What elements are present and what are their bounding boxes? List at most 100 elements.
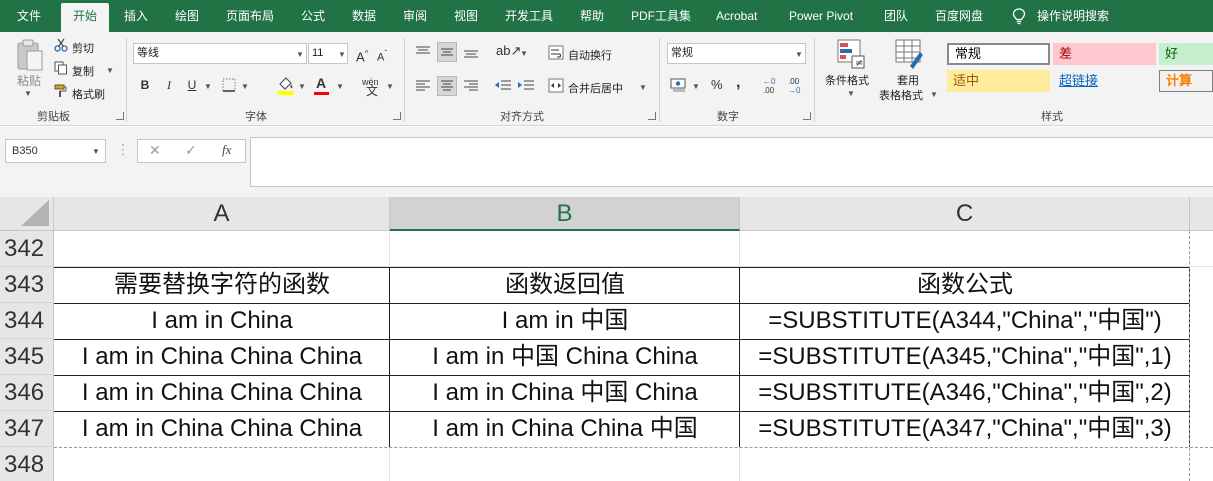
wrap-text-button[interactable]: 自动换行: [568, 47, 612, 63]
font-size-dropdown-icon[interactable]: ▼: [338, 50, 346, 59]
row-header[interactable]: 343: [0, 267, 54, 303]
tell-me-search[interactable]: 操作说明搜索: [1037, 0, 1109, 32]
borders-dropdown-icon[interactable]: ▼: [241, 82, 249, 91]
cell-a345[interactable]: I am in China China China: [54, 339, 390, 375]
name-box-dropdown-icon[interactable]: ▼: [92, 147, 100, 156]
column-header-d[interactable]: [1190, 197, 1213, 231]
decrease-font-icon[interactable]: Aˇ: [377, 47, 387, 65]
cell-b345[interactable]: I am in 中国 China China: [390, 339, 740, 375]
tab-team[interactable]: 团队: [884, 0, 908, 32]
column-header-b[interactable]: B: [390, 197, 740, 231]
fill-color-icon[interactable]: [277, 75, 295, 95]
decrease-indent-icon[interactable]: [494, 79, 512, 93]
row-header[interactable]: 347: [0, 411, 54, 447]
tab-view[interactable]: 视图: [454, 0, 478, 32]
tab-home[interactable]: 开始: [61, 3, 110, 32]
copy-button[interactable]: 复制: [72, 63, 94, 79]
paste-button[interactable]: 粘贴: [17, 72, 41, 89]
increase-indent-icon[interactable]: [517, 79, 535, 93]
format-as-table-dropdown-icon[interactable]: ▼: [930, 90, 938, 99]
alignment-launcher-icon[interactable]: [648, 112, 656, 120]
format-as-table-button[interactable]: 套用: [897, 72, 919, 88]
tab-developer[interactable]: 开发工具: [505, 0, 553, 32]
merge-center-dropdown-icon[interactable]: ▼: [639, 83, 647, 92]
cell-a347[interactable]: I am in China China China: [54, 411, 390, 447]
row-header[interactable]: 344: [0, 303, 54, 339]
style-calculation[interactable]: 计算: [1159, 70, 1213, 92]
cell-b344[interactable]: I am in 中国: [390, 303, 740, 339]
row-header[interactable]: 348: [0, 447, 54, 481]
cell-a346[interactable]: I am in China China China: [54, 375, 390, 411]
style-bad[interactable]: 差: [1053, 43, 1156, 65]
font-color-icon[interactable]: A: [316, 76, 326, 90]
align-bottom-icon[interactable]: [463, 45, 479, 59]
copy-dropdown-icon[interactable]: ▼: [106, 66, 114, 75]
accounting-dropdown-icon[interactable]: ▼: [692, 82, 700, 91]
cell-c343[interactable]: 函数公式: [740, 267, 1190, 303]
paste-icon[interactable]: [15, 38, 45, 72]
format-painter-button[interactable]: 格式刷: [72, 86, 105, 102]
tab-baidu-netdisk[interactable]: 百度网盘: [935, 0, 983, 32]
cell-b346[interactable]: I am in China 中国 China: [390, 375, 740, 411]
tab-file[interactable]: 文件: [17, 0, 41, 32]
cell-b347[interactable]: I am in China China 中国: [390, 411, 740, 447]
row-header[interactable]: 342: [0, 231, 54, 267]
select-all-button[interactable]: [0, 197, 54, 231]
comma-style-icon[interactable]: ,: [736, 75, 740, 91]
cell-a344[interactable]: I am in China: [54, 303, 390, 339]
font-launcher-icon[interactable]: [393, 112, 401, 120]
phonetic-dropdown-icon[interactable]: ▼: [386, 82, 394, 91]
align-right-icon[interactable]: [463, 79, 479, 93]
style-neutral[interactable]: 适中: [947, 70, 1050, 92]
cancel-icon[interactable]: ✕: [149, 142, 161, 159]
style-hyperlink[interactable]: 超链接: [1053, 70, 1156, 92]
cell-c345[interactable]: =SUBSTITUTE(A345,"China","中国",1): [740, 339, 1190, 375]
increase-font-icon[interactable]: A^: [356, 47, 368, 64]
number-format-dropdown-icon[interactable]: ▼: [795, 50, 803, 59]
font-name-select[interactable]: 等线: [133, 43, 307, 64]
font-name-dropdown-icon[interactable]: ▼: [296, 50, 304, 59]
orientation-dropdown-icon[interactable]: ▼: [520, 49, 528, 58]
tab-pdf-tools[interactable]: PDF工具集: [631, 0, 691, 32]
tab-formulas[interactable]: 公式: [301, 0, 325, 32]
cell-c347[interactable]: =SUBSTITUTE(A347,"China","中国",3): [740, 411, 1190, 447]
accounting-format-icon[interactable]: [670, 77, 688, 93]
tab-help[interactable]: 帮助: [580, 0, 604, 32]
row-header[interactable]: 346: [0, 375, 54, 411]
percent-button[interactable]: %: [711, 78, 723, 92]
tab-insert[interactable]: 插入: [124, 0, 148, 32]
conditional-format-dropdown-icon[interactable]: ▼: [847, 89, 855, 98]
name-box[interactable]: B350: [5, 139, 106, 163]
underline-button[interactable]: U: [182, 75, 202, 95]
cell-b343[interactable]: 函数返回值: [390, 267, 740, 303]
column-header-c[interactable]: C: [740, 197, 1190, 231]
enter-icon[interactable]: ✓: [185, 142, 197, 159]
bold-button[interactable]: B: [135, 75, 155, 95]
style-normal[interactable]: 常规: [947, 43, 1050, 65]
cell-c346[interactable]: =SUBSTITUTE(A346,"China","中国",2): [740, 375, 1190, 411]
cut-button[interactable]: 剪切: [72, 40, 94, 56]
clipboard-launcher-icon[interactable]: [116, 112, 124, 120]
paste-dropdown-icon[interactable]: ▼: [24, 89, 32, 98]
merge-center-button[interactable]: 合并后居中: [568, 80, 623, 96]
font-color-dropdown-icon[interactable]: ▼: [336, 82, 344, 91]
borders-icon[interactable]: [222, 78, 236, 92]
increase-decimal-icon[interactable]: ←0.00: [763, 77, 775, 95]
fill-color-dropdown-icon[interactable]: ▼: [298, 82, 306, 91]
insert-function-icon[interactable]: fx: [222, 142, 231, 158]
column-header-a[interactable]: A: [54, 197, 390, 231]
number-launcher-icon[interactable]: [803, 112, 811, 120]
tab-acrobat[interactable]: Acrobat: [716, 0, 757, 32]
cell-c344[interactable]: =SUBSTITUTE(A344,"China","中国"): [740, 303, 1190, 339]
cell-a343[interactable]: 需要替换字符的函数: [54, 267, 390, 303]
tab-power-pivot[interactable]: Power Pivot: [789, 0, 853, 32]
number-format-select[interactable]: 常规: [667, 43, 806, 64]
align-left-icon[interactable]: [415, 79, 431, 93]
tab-draw[interactable]: 绘图: [175, 0, 199, 32]
formula-input[interactable]: [250, 137, 1213, 187]
style-good[interactable]: 好: [1159, 43, 1213, 65]
tab-data[interactable]: 数据: [352, 0, 376, 32]
tab-page-layout[interactable]: 页面布局: [226, 0, 274, 32]
orientation-icon[interactable]: ab↗: [496, 44, 521, 58]
underline-dropdown-icon[interactable]: ▼: [204, 82, 212, 91]
